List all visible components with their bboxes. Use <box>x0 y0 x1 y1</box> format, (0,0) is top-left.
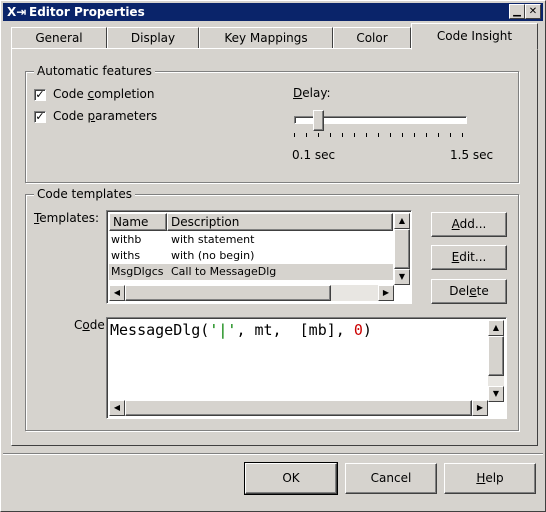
delay-slider-thumb[interactable] <box>313 110 324 131</box>
code-vertical-scroll-thumb[interactable] <box>488 336 504 376</box>
code-text[interactable]: MessageDlg('|', mt, [mb], 0) <box>110 321 372 339</box>
tab-color[interactable]: Color <box>333 27 411 49</box>
code-scroll-left-button[interactable]: ◀ <box>109 400 125 416</box>
code-scroll-up-button[interactable]: ▲ <box>488 320 504 336</box>
code-parameters-label[interactable]: Code parameters <box>53 109 157 123</box>
list-item[interactable]: withs with (no begin) <box>109 248 393 264</box>
template-name: withb <box>111 233 142 246</box>
code-scroll-right-button[interactable]: ▶ <box>472 400 488 416</box>
close-button[interactable]: ✕ <box>525 4 541 19</box>
scroll-left-button[interactable]: ◀ <box>109 285 125 301</box>
arrow-right-icon: ▶ <box>476 403 484 412</box>
delay-min-label: 0.1 sec <box>292 148 336 162</box>
delay-max-label: 1.5 sec <box>450 148 494 162</box>
cancel-button[interactable]: Cancel <box>345 463 437 494</box>
code-scroll-down-button[interactable]: ▼ <box>488 386 504 402</box>
delay-label: Delay: <box>293 86 331 100</box>
tab-display[interactable]: Display <box>107 27 199 49</box>
template-description: with statement <box>171 233 255 246</box>
code-string-literal: '|' <box>209 321 237 339</box>
code-templates-title: Code templates <box>34 187 135 201</box>
scroll-up-button[interactable]: ▲ <box>394 213 410 229</box>
add-button[interactable]: Add... <box>431 212 507 237</box>
templates-list[interactable]: Name Description withb with statement wi… <box>106 210 412 304</box>
minimize-button[interactable]: ▁ <box>509 4 525 19</box>
help-button[interactable]: Help <box>444 463 536 494</box>
templates-list-header: Name Description <box>109 213 393 231</box>
code-completion-checkbox[interactable]: ✓ <box>34 89 46 101</box>
code-editor[interactable]: MessageDlg('|', mt, [mb], 0) ▲ ▼ ◀ ▶ <box>106 317 507 419</box>
delay-slider-ticks <box>294 133 467 137</box>
code-label: Code: <box>74 318 109 332</box>
list-item-selected[interactable]: MsgDlgcs Call to MessageDlg <box>109 264 393 280</box>
code-parameters-checkbox[interactable]: ✓ <box>34 111 46 123</box>
tab-general[interactable]: General <box>11 27 107 49</box>
edit-button[interactable]: Edit... <box>431 245 507 270</box>
template-name: MsgDlgcs <box>111 265 164 278</box>
tab-key-mappings[interactable]: Key Mappings <box>199 27 333 49</box>
arrow-down-icon: ▼ <box>398 272 406 281</box>
vertical-scroll-thumb[interactable] <box>394 229 410 269</box>
delete-button[interactable]: Delete <box>431 279 507 304</box>
code-completion-label[interactable]: Code completion <box>53 87 155 101</box>
code-insight-page: Automatic features ✓ Code completion ✓ C… <box>11 48 538 446</box>
automatic-features-group: Automatic features ✓ Code completion ✓ C… <box>25 64 519 183</box>
horizontal-scroll-thumb[interactable] <box>125 285 331 301</box>
arrow-down-icon: ▼ <box>492 389 500 398</box>
code-number-literal: 0 <box>353 321 363 339</box>
footer-separator <box>3 453 543 455</box>
scroll-right-button[interactable]: ▶ <box>378 285 394 301</box>
template-name: withs <box>111 249 141 262</box>
column-header-name[interactable]: Name <box>109 213 167 231</box>
tab-code-insight[interactable]: Code Insight <box>411 23 538 50</box>
arrow-left-icon: ◀ <box>113 403 121 412</box>
arrow-up-icon: ▲ <box>398 216 406 225</box>
title-bar[interactable]: X⇥ Editor Properties ▁ ✕ <box>3 3 543 21</box>
minimize-icon: ▁ <box>513 6 521 17</box>
template-description: Call to MessageDlg <box>171 265 277 278</box>
column-header-description[interactable]: Description <box>167 213 393 231</box>
x-system-menu-icon[interactable]: X⇥ <box>7 4 27 20</box>
editor-properties-window: X⇥ Editor Properties ▁ ✕ General Display… <box>0 0 546 512</box>
ok-button[interactable]: OK <box>244 462 338 495</box>
close-icon: ✕ <box>528 6 538 17</box>
scroll-down-button[interactable]: ▼ <box>394 269 410 285</box>
code-horizontal-scroll-thumb[interactable] <box>125 400 472 416</box>
automatic-features-title: Automatic features <box>34 64 155 78</box>
arrow-left-icon: ◀ <box>113 288 121 297</box>
window-title: Editor Properties <box>29 5 145 19</box>
template-description: with (no begin) <box>171 249 255 262</box>
templates-label: Templates: <box>34 211 100 225</box>
code-templates-group: Code templates Templates: Name Descripti… <box>25 187 519 431</box>
list-item[interactable]: withb with statement <box>109 232 393 248</box>
arrow-right-icon: ▶ <box>382 288 390 297</box>
arrow-up-icon: ▲ <box>492 323 500 332</box>
